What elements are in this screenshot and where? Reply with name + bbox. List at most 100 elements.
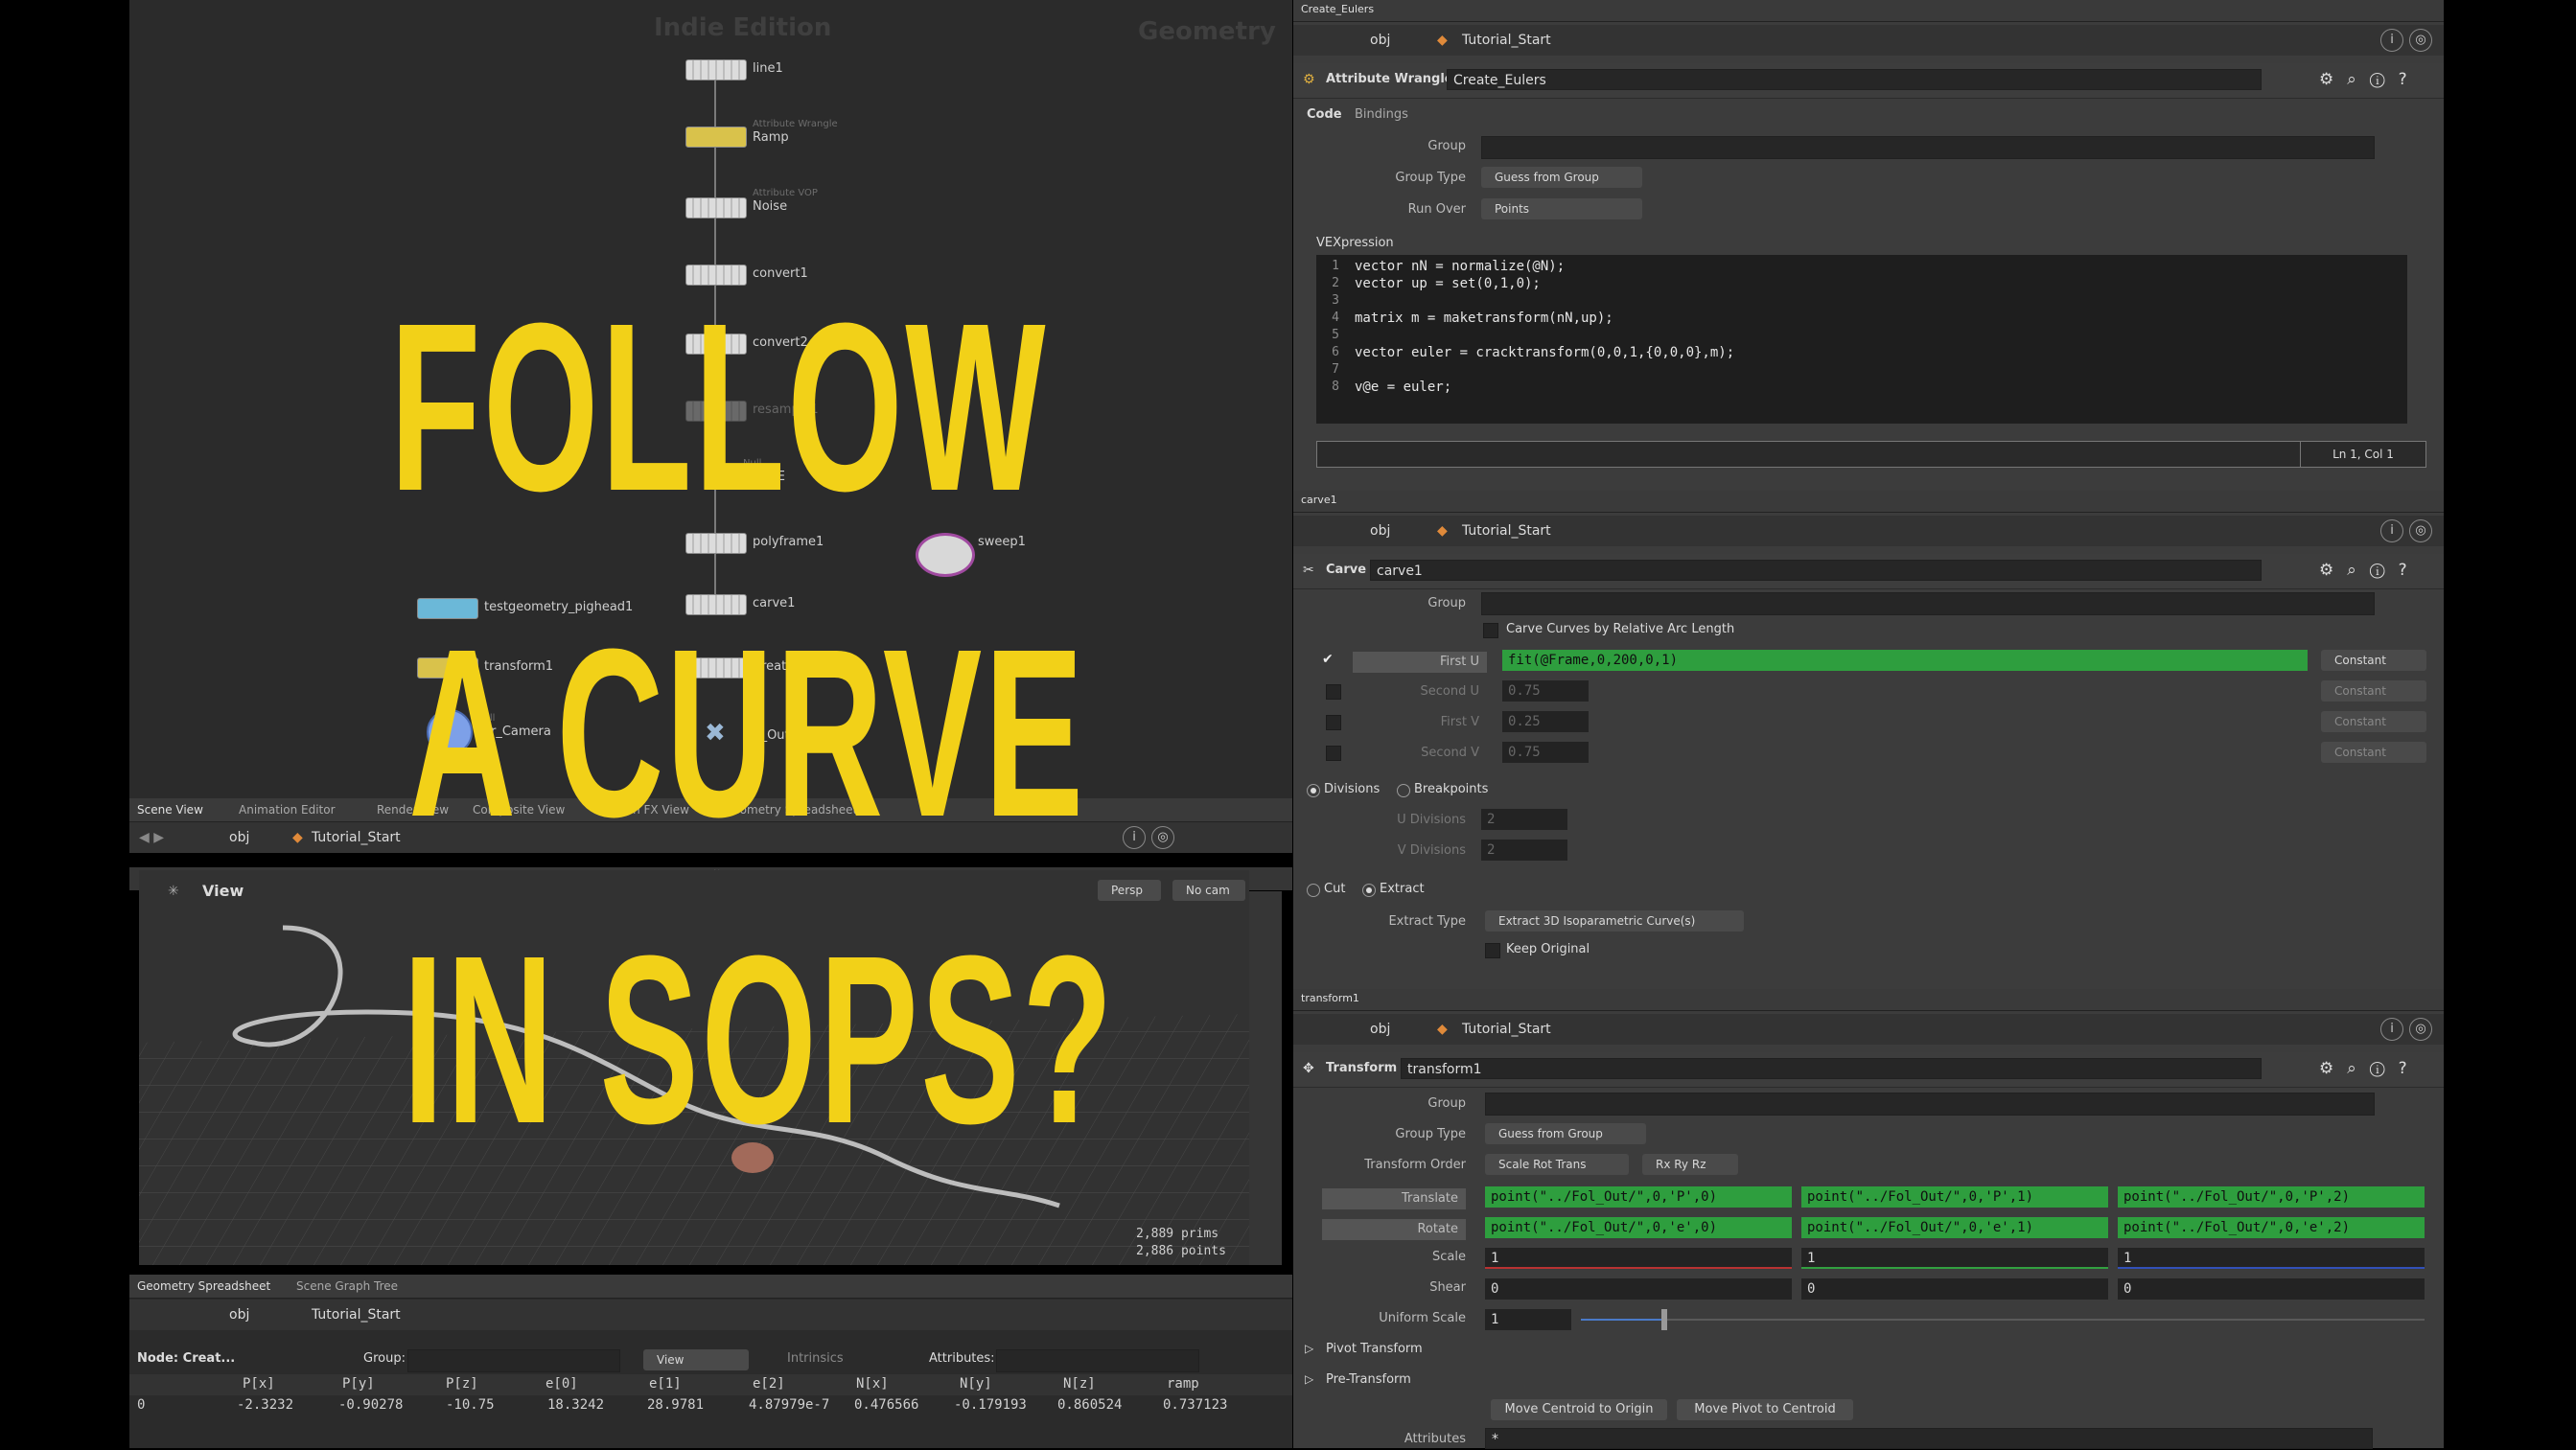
secondv-interp-menu[interactable]: Constant [2321,742,2426,763]
camera-menu[interactable]: No cam [1172,880,1245,901]
path-obj[interactable]: obj [229,830,249,845]
extract-type-menu[interactable]: Extract 3D Isoparametric Curve(s) [1485,910,1744,932]
firstu-interp-menu[interactable]: Constant [2321,650,2426,671]
link-icon[interactable]: ◎ [1151,826,1174,849]
firstv-field[interactable]: 0.25 [1502,711,1589,732]
view-menu[interactable]: View [643,1349,749,1370]
pane-tab[interactable]: carve1 [1301,494,1337,506]
slider-handle[interactable] [1661,1309,1667,1330]
path-obj[interactable]: obj [1370,33,1390,48]
attributes-field[interactable] [996,1349,1199,1372]
pivot-transform-label[interactable]: Pivot Transform [1326,1342,1423,1356]
scale-x-field[interactable]: 1 [1485,1248,1792,1269]
vdiv-field[interactable]: 2 [1481,840,1567,861]
breakpoints-radio[interactable] [1397,784,1410,797]
info-icon[interactable]: i [2380,29,2403,52]
node-ramp[interactable] [685,127,747,148]
path-node[interactable]: Tutorial_Start [1462,33,1551,48]
group-type-menu[interactable]: Guess from Group [1485,1123,1646,1144]
tab-code[interactable]: Code [1307,107,1342,122]
column-header[interactable]: ramp [1167,1376,1199,1392]
pivot-expand-icon[interactable]: ▷ [1305,1342,1313,1355]
tab-bindings[interactable]: Bindings [1355,107,1408,122]
attributes-field[interactable]: * [1485,1428,2373,1449]
secondv-checkbox[interactable] [1326,746,1341,761]
group-field[interactable] [1485,1093,2375,1116]
uniform-scale-field[interactable]: 1 [1485,1309,1571,1330]
column-header[interactable]: P[y] [342,1376,375,1392]
path-obj[interactable]: obj [229,1307,249,1323]
column-header[interactable]: e[2] [753,1376,785,1392]
pre-transform-expand-icon[interactable]: ▷ [1305,1372,1313,1386]
pre-transform-label[interactable]: Pre-Transform [1326,1372,1411,1387]
group-field[interactable] [1481,136,2375,159]
shear-x-field[interactable]: 0 [1485,1278,1792,1300]
view-menu-icon[interactable]: ✳ [168,884,179,899]
node-name-field[interactable]: carve1 [1370,560,2262,581]
tab-scene-graph-tree[interactable]: Scene Graph Tree [296,1279,398,1293]
link-icon[interactable]: ◎ [2409,29,2432,52]
secondv-field[interactable]: 0.75 [1502,742,1589,763]
relarc-checkbox[interactable] [1483,623,1498,638]
secondu-interp-menu[interactable]: Constant [2321,680,2426,702]
move-centroid-button[interactable]: Move Centroid to Origin [1491,1399,1667,1420]
column-header[interactable]: N[y] [960,1376,992,1392]
column-header[interactable]: P[z] [446,1376,478,1392]
firstv-interp-menu[interactable]: Constant [2321,711,2426,732]
header-icons[interactable]: ⚙⌕ⓘ? [2319,561,2421,580]
tab-geometry-spreadsheet[interactable]: Geometry Spreadsheet [137,1279,270,1293]
extract-radio[interactable] [1362,884,1376,897]
scale-z-field[interactable]: 1 [2118,1248,2425,1269]
transform-order-menu[interactable]: Scale Rot Trans [1485,1154,1629,1175]
column-header[interactable]: e[0] [545,1376,578,1392]
node-line1[interactable] [685,59,747,81]
link-icon[interactable]: ◎ [2409,519,2432,542]
checkmark-icon[interactable]: ✔ [1322,652,1334,667]
secondu-field[interactable]: 0.75 [1502,680,1589,702]
firstv-checkbox[interactable] [1326,715,1341,730]
translate-y-field[interactable]: point("../Fol_Out/",0,'P',1) [1801,1186,2108,1208]
keep-original-checkbox[interactable] [1485,943,1500,958]
rotate-z-field[interactable]: point("../Fol_Out/",0,'e',2) [2118,1217,2425,1238]
firstu-expression[interactable]: fit(@Frame,0,200,0,1) [1502,650,2308,671]
path-node[interactable]: Tutorial_Start [312,1307,401,1323]
uniform-scale-slider[interactable] [1581,1309,2425,1330]
column-header[interactable]: e[1] [649,1376,682,1392]
group-field[interactable] [407,1349,620,1372]
code-editor[interactable]: 1 2 3 4 5 6 7 8 vector nN = normalize(@N… [1316,255,2407,424]
link-icon[interactable]: ◎ [2409,1018,2432,1041]
rotate-y-field[interactable]: point("../Fol_Out/",0,'e',1) [1801,1217,2108,1238]
path-obj[interactable]: obj [1370,523,1390,539]
shear-z-field[interactable]: 0 [2118,1278,2425,1300]
column-header[interactable]: N[x] [856,1376,889,1392]
column-header[interactable]: N[z] [1063,1376,1096,1392]
pane-tab[interactable]: transform1 [1301,992,1359,1004]
udiv-field[interactable]: 2 [1481,809,1567,830]
table-row[interactable]: 0 -2.3232 -0.90278 -10.75 18.3242 28.978… [129,1395,1292,1416]
path-node[interactable]: Tutorial_Start [1462,1022,1551,1037]
rotation-order-menu[interactable]: Rx Ry Rz [1642,1154,1738,1175]
node-name-field[interactable]: Create_Eulers [1447,69,2262,90]
info-icon[interactable]: i [2380,519,2403,542]
secondu-checkbox[interactable] [1326,684,1341,700]
cut-radio[interactable] [1307,884,1320,897]
header-icons[interactable]: ⚙⌕ⓘ? [2319,70,2421,89]
rotate-x-field[interactable]: point("../Fol_Out/",0,'e',0) [1485,1217,1792,1238]
column-header[interactable]: P[x] [243,1376,275,1392]
intrinsics-label[interactable]: Intrinsics [787,1351,844,1366]
pin-icon[interactable]: i [1123,826,1146,849]
header-icons[interactable]: ⚙⌕ⓘ? [2319,1059,2421,1078]
group-type-menu[interactable]: Guess from Group [1481,167,1642,188]
tab-animation-editor[interactable]: Animation Editor [239,803,336,817]
back-arrow-icon[interactable]: ◀ ▶ [139,830,164,845]
run-over-menu[interactable]: Points [1481,198,1642,219]
path-node[interactable]: Tutorial_Start [1462,523,1551,539]
path-obj[interactable]: obj [1370,1022,1390,1037]
path-node[interactable]: Tutorial_Start [312,830,401,845]
viewport-side-toolbar[interactable] [1249,891,1282,1265]
translate-x-field[interactable]: point("../Fol_Out/",0,'P',0) [1485,1186,1792,1208]
node-name-field[interactable]: transform1 [1401,1058,2262,1079]
move-pivot-button[interactable]: Move Pivot to Centroid [1677,1399,1853,1420]
node-noise[interactable] [685,197,747,219]
info-icon[interactable]: i [2380,1018,2403,1041]
